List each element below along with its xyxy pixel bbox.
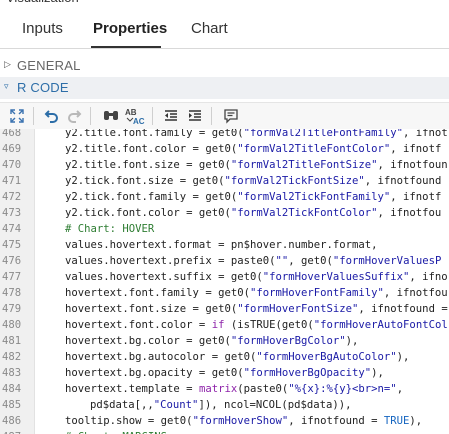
svg-text:AC: AC: [133, 117, 145, 125]
tab-inputs[interactable]: Inputs: [22, 20, 63, 37]
code-line[interactable]: 471 y2.tick.font.size = get0("formVal2Tic…: [0, 173, 449, 189]
active-tab-indicator: [91, 46, 161, 48]
line-number: 476: [2, 255, 22, 267]
code-text: # Chart: HOVER: [65, 223, 155, 235]
chevron-right-icon: ▷: [4, 59, 12, 69]
code-text: y2.title.font.color = get0("formVal2Titl…: [65, 143, 442, 155]
code-text: hovertext.bg.autocolor = get0("formHover…: [65, 351, 410, 363]
section-r-code[interactable]: ▿ R CODE: [0, 77, 449, 99]
undo-icon[interactable]: [42, 106, 62, 126]
code-text: hovertext.font.size = get0("formHoverFon…: [65, 303, 448, 315]
section-general[interactable]: ▷ GENERAL: [0, 55, 449, 77]
code-editor[interactable]: 468 y2.title.font.family = get0("formVal2…: [0, 129, 449, 434]
code-text: y2.title.font.size = get0("formVal2Title…: [65, 159, 448, 171]
line-number: 468: [2, 129, 22, 139]
code-text: pd$data[,,"Count"]), ncol=NCOL(pd$data))…: [90, 399, 352, 411]
code-line[interactable]: 484 hovertext.template = matrix(paste0("%…: [0, 381, 449, 397]
line-number: 471: [2, 175, 22, 187]
code-text: values.hovertext.format = pn$hover.numbe…: [65, 239, 378, 251]
line-number: 484: [2, 383, 22, 395]
redo-icon[interactable]: [64, 106, 84, 126]
code-line[interactable]: 481 hovertext.bg.color = get0("formHoverB…: [0, 333, 449, 349]
code-text: tooltip.show = get0("formHoverShow", ifn…: [65, 415, 423, 427]
code-text: # Chart: MARGINS: [65, 429, 167, 434]
code-text: y2.tick.font.color = get0("formVal2TickF…: [65, 207, 442, 219]
outdent-icon[interactable]: [161, 106, 181, 126]
replace-icon[interactable]: AB AC: [125, 106, 145, 126]
code-text: y2.title.font.family = get0("formVal2Tit…: [65, 129, 448, 139]
editor-toolbar: AB AC: [0, 102, 449, 130]
code-text: values.hovertext.suffix = get0("formHove…: [65, 271, 448, 283]
line-number: 481: [2, 335, 22, 347]
code-text: y2.tick.font.size = get0("formVal2TickFo…: [65, 175, 442, 187]
code-text: hovertext.bg.color = get0("formHoverBgCo…: [65, 335, 359, 347]
code-line[interactable]: 475 values.hovertext.format = pn$hover.nu…: [0, 237, 449, 253]
code-line[interactable]: 482 hovertext.bg.autocolor = get0("formHo…: [0, 349, 449, 365]
line-number: 475: [2, 239, 22, 251]
code-line[interactable]: 473 y2.tick.font.color = get0("formVal2Ti…: [0, 205, 449, 221]
panel-title: Visualization: [0, 0, 79, 8]
code-text: hovertext.bg.opacity = get0("formHoverBg…: [65, 367, 384, 379]
find-icon[interactable]: [101, 106, 121, 126]
code-text: hovertext.font.color = if (isTRUE(get0("…: [65, 319, 448, 331]
line-number: 478: [2, 287, 22, 299]
code-line[interactable]: 483 hovertext.bg.opacity = get0("formHove…: [0, 365, 449, 381]
section-general-label: GENERAL: [17, 58, 81, 73]
code-line[interactable]: 469 y2.title.font.color = get0("formVal2T…: [0, 141, 449, 157]
code-line[interactable]: 472 y2.tick.font.family = get0("formVal2T…: [0, 189, 449, 205]
code-line[interactable]: 486 tooltip.show = get0("formHoverShow", …: [0, 413, 449, 429]
code-text: hovertext.template = matrix(paste0("%{x}…: [65, 383, 404, 395]
line-number: 483: [2, 367, 22, 379]
code-line[interactable]: 474 # Chart: HOVER: [0, 221, 449, 237]
chevron-down-icon: ▿: [4, 81, 9, 91]
fullscreen-icon[interactable]: [7, 106, 27, 126]
line-number: 480: [2, 319, 22, 331]
code-line[interactable]: 487 # Chart: MARGINS: [0, 429, 449, 434]
code-text: y2.tick.font.family = get0("formVal2Tick…: [65, 191, 442, 203]
code-line[interactable]: 480 hovertext.font.color = if (isTRUE(get…: [0, 317, 449, 333]
code-text: values.hovertext.prefix = paste0("", get…: [65, 255, 442, 267]
line-number: 470: [2, 159, 22, 171]
tab-properties[interactable]: Properties: [93, 20, 167, 37]
line-number: 477: [2, 271, 22, 283]
line-number: 469: [2, 143, 22, 155]
line-number: 485: [2, 399, 22, 411]
line-number: 474: [2, 223, 22, 235]
line-number: 482: [2, 351, 22, 363]
code-line[interactable]: 470 y2.title.font.size = get0("formVal2Ti…: [0, 157, 449, 173]
tab-bar: Inputs Properties Chart: [0, 12, 449, 49]
section-r-code-label: R CODE: [17, 80, 69, 95]
indent-icon[interactable]: [185, 106, 205, 126]
code-line[interactable]: 485 pd$data[,,"Count"]), ncol=NCOL(pd$dat…: [0, 397, 449, 413]
line-number: 487: [2, 429, 28, 434]
code-line[interactable]: 468 y2.title.font.family = get0("formVal2…: [0, 129, 449, 141]
code-line[interactable]: 477 values.hovertext.suffix = get0("formH…: [0, 269, 449, 285]
tab-chart[interactable]: Chart: [191, 20, 228, 37]
line-number: 479: [2, 303, 22, 315]
line-number: 486: [2, 415, 22, 427]
line-number: 473: [2, 207, 22, 219]
code-line[interactable]: 478 hovertext.font.family = get0("formHov…: [0, 285, 449, 301]
code-line[interactable]: 479 hovertext.font.size = get0("formHover…: [0, 301, 449, 317]
line-number: 472: [2, 191, 22, 203]
svg-text:AB: AB: [125, 108, 137, 117]
comment-icon[interactable]: [221, 106, 241, 126]
code-text: hovertext.font.family = get0("formHoverF…: [65, 287, 448, 299]
code-line[interactable]: 476 values.hovertext.prefix = paste0("", …: [0, 253, 449, 269]
